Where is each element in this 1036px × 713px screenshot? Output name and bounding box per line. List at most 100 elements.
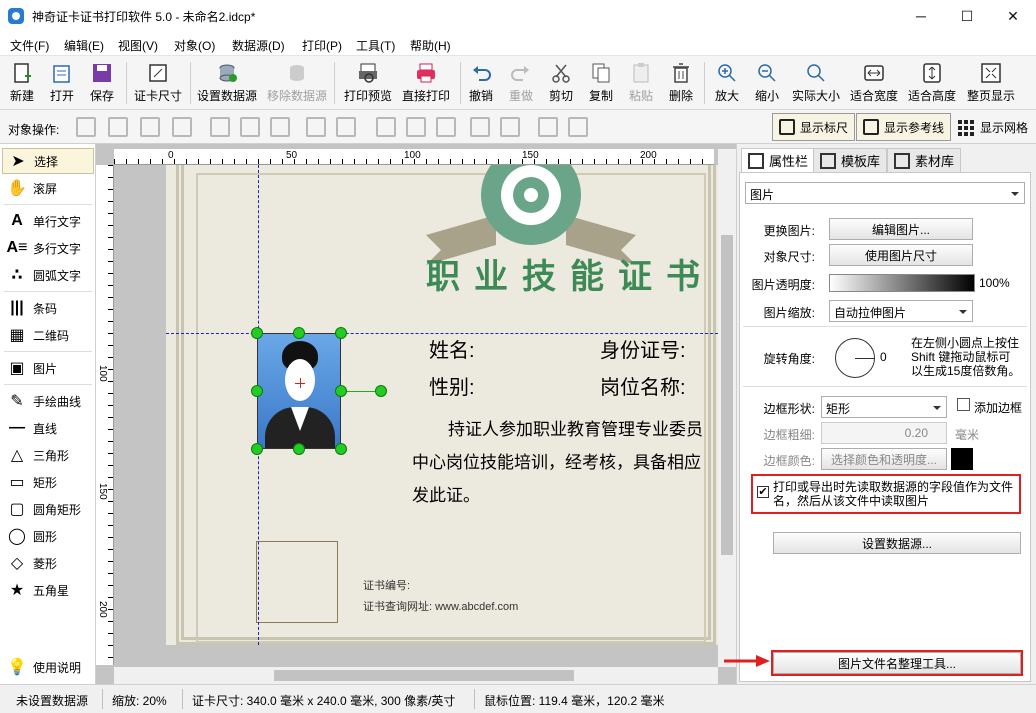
- align-bottom-icon[interactable]: [436, 117, 456, 137]
- horizontal-guide-line[interactable]: [166, 333, 718, 334]
- add-border-checkbox[interactable]: [957, 398, 970, 411]
- fit-height-button[interactable]: 适合高度: [906, 58, 958, 108]
- tool-freehand[interactable]: ✎ 手绘曲线: [2, 388, 94, 414]
- show-grid-toggle[interactable]: 显示网格: [958, 119, 1028, 136]
- certificate-paper[interactable]: 职业技能证书 姓名: 身份证号: 性别: 岗位名称: 持证人参加职业教育管理专业…: [166, 165, 718, 645]
- save-button[interactable]: 保存: [84, 58, 120, 108]
- align-top-icon[interactable]: [376, 117, 396, 137]
- tool-qrcode[interactable]: ▦ 二维码: [2, 322, 94, 348]
- fit-width-button[interactable]: 适合宽度: [848, 58, 900, 108]
- tool-arc-text[interactable]: ∴ 圆弧文字: [2, 262, 94, 288]
- send-backward-icon[interactable]: [108, 117, 128, 137]
- equal-spacing-icon[interactable]: [336, 117, 356, 137]
- redo-button[interactable]: 重做: [504, 58, 538, 108]
- ungroup-icon[interactable]: [568, 117, 588, 137]
- send-to-back-icon[interactable]: [172, 117, 192, 137]
- tab-materials[interactable]: 素材库: [887, 148, 962, 172]
- bring-forward-icon[interactable]: [76, 117, 96, 137]
- vertical-scrollbar[interactable]: [718, 149, 736, 667]
- resize-handle-se[interactable]: [335, 443, 347, 455]
- align-right-icon[interactable]: [270, 117, 290, 137]
- tool-rectangle[interactable]: ▭ 矩形: [2, 469, 94, 495]
- datasource-filename-checkbox[interactable]: ✔: [757, 486, 769, 498]
- design-canvas[interactable]: 0 50 100 150 200 100 150 200 职业技能证书 姓名: …: [96, 144, 736, 684]
- card-size-button[interactable]: 证卡尺寸: [130, 58, 186, 108]
- border-shape-select[interactable]: 矩形: [821, 396, 947, 418]
- fit-page-button[interactable]: 整页显示: [964, 58, 1018, 108]
- filename-tool-button[interactable]: 图片文件名整理工具...: [773, 652, 1021, 674]
- align-left-icon[interactable]: [210, 117, 230, 137]
- menu-datasource[interactable]: 数据源(D): [232, 37, 285, 54]
- help-button[interactable]: 💡 使用说明: [2, 654, 94, 680]
- close-button[interactable]: ✕: [990, 0, 1036, 32]
- cut-button[interactable]: 剪切: [544, 58, 578, 108]
- tool-single-text[interactable]: A 单行文字: [2, 208, 94, 234]
- menu-edit[interactable]: 编辑(E): [64, 37, 104, 54]
- tool-pan[interactable]: ✋ 滚屏: [2, 175, 94, 201]
- align-middle-icon[interactable]: [406, 117, 426, 137]
- resize-handle-s[interactable]: [293, 443, 305, 455]
- image-scale-select[interactable]: 自动拉伸图片: [829, 300, 973, 322]
- edit-image-button[interactable]: 编辑图片...: [829, 218, 973, 240]
- stamp-placeholder[interactable]: [256, 541, 338, 623]
- tab-templates[interactable]: 模板库: [813, 148, 888, 172]
- border-color-button[interactable]: 选择颜色和透明度...: [821, 448, 947, 470]
- rotation-handle[interactable]: [375, 385, 387, 397]
- maximize-button[interactable]: ☐: [944, 0, 990, 32]
- menu-file[interactable]: 文件(F): [10, 37, 49, 54]
- equal-vspacing-icon[interactable]: [500, 117, 520, 137]
- tool-multi-text[interactable]: A≡ 多行文字: [2, 235, 94, 261]
- use-image-size-button[interactable]: 使用图片尺寸: [829, 244, 973, 266]
- tool-select[interactable]: ➤ 选择: [2, 148, 94, 174]
- zoom-out-button[interactable]: 缩小: [750, 58, 784, 108]
- opacity-slider[interactable]: [829, 274, 975, 292]
- direct-print-button[interactable]: 直接打印: [398, 58, 454, 108]
- new-button[interactable]: 新建: [4, 58, 40, 108]
- resize-handle-sw[interactable]: [251, 443, 263, 455]
- show-ruler-toggle[interactable]: 显示标尺: [772, 113, 856, 141]
- actual-size-button[interactable]: 实际大小: [790, 58, 842, 108]
- paste-button[interactable]: 粘贴: [624, 58, 658, 108]
- tool-line[interactable]: — 直线: [2, 415, 94, 441]
- menu-object[interactable]: 对象(O): [174, 37, 215, 54]
- object-type-select[interactable]: 图片: [745, 182, 1025, 204]
- set-datasource-button[interactable]: 设置数据源...: [773, 532, 1021, 554]
- delete-button[interactable]: 删除: [664, 58, 698, 108]
- print-preview-button[interactable]: 打印预览: [340, 58, 396, 108]
- menu-tools[interactable]: 工具(T): [356, 37, 395, 54]
- remove-datasource-button[interactable]: 移除数据源: [264, 58, 330, 108]
- tab-properties[interactable]: 属性栏: [741, 148, 816, 172]
- menu-help[interactable]: 帮助(H): [410, 37, 451, 54]
- tool-image[interactable]: ▣ 图片: [2, 355, 94, 381]
- show-guides-toggle[interactable]: 显示参考线: [856, 113, 952, 141]
- horizontal-scroll-thumb[interactable]: [274, 670, 574, 681]
- tool-star[interactable]: ★ 五角星: [2, 577, 94, 603]
- tool-circle[interactable]: ◯ 圆形: [2, 523, 94, 549]
- horizontal-scrollbar[interactable]: [114, 667, 718, 684]
- align-center-icon[interactable]: [240, 117, 260, 137]
- group-icon[interactable]: [538, 117, 558, 137]
- minimize-button[interactable]: ─: [898, 0, 944, 32]
- border-width-input[interactable]: 0.20: [821, 422, 947, 444]
- rotation-dial[interactable]: [835, 338, 875, 378]
- set-datasource-toolbar-button[interactable]: 设置数据源: [194, 58, 260, 108]
- resize-handle-w[interactable]: [251, 385, 263, 397]
- menu-print[interactable]: 打印(P): [302, 37, 342, 54]
- tool-triangle[interactable]: △ 三角形: [2, 442, 94, 468]
- bring-to-front-icon[interactable]: [140, 117, 160, 137]
- tool-barcode[interactable]: ||| 条码: [2, 295, 94, 321]
- resize-handle-n[interactable]: [293, 327, 305, 339]
- vertical-scroll-thumb[interactable]: [721, 235, 733, 555]
- undo-button[interactable]: 撤销: [464, 58, 498, 108]
- distribute-h-icon[interactable]: [306, 117, 326, 137]
- resize-handle-ne[interactable]: [335, 327, 347, 339]
- resize-handle-e[interactable]: [335, 385, 347, 397]
- menu-view[interactable]: 视图(V): [118, 37, 158, 54]
- border-color-swatch[interactable]: [951, 448, 973, 470]
- copy-button[interactable]: 复制: [584, 58, 618, 108]
- open-button[interactable]: 打开: [44, 58, 80, 108]
- tool-diamond[interactable]: ◇ 菱形: [2, 550, 94, 576]
- zoom-in-button[interactable]: 放大: [710, 58, 744, 108]
- tool-rounded-rect[interactable]: ▢ 圆角矩形: [2, 496, 94, 522]
- resize-handle-nw[interactable]: [251, 327, 263, 339]
